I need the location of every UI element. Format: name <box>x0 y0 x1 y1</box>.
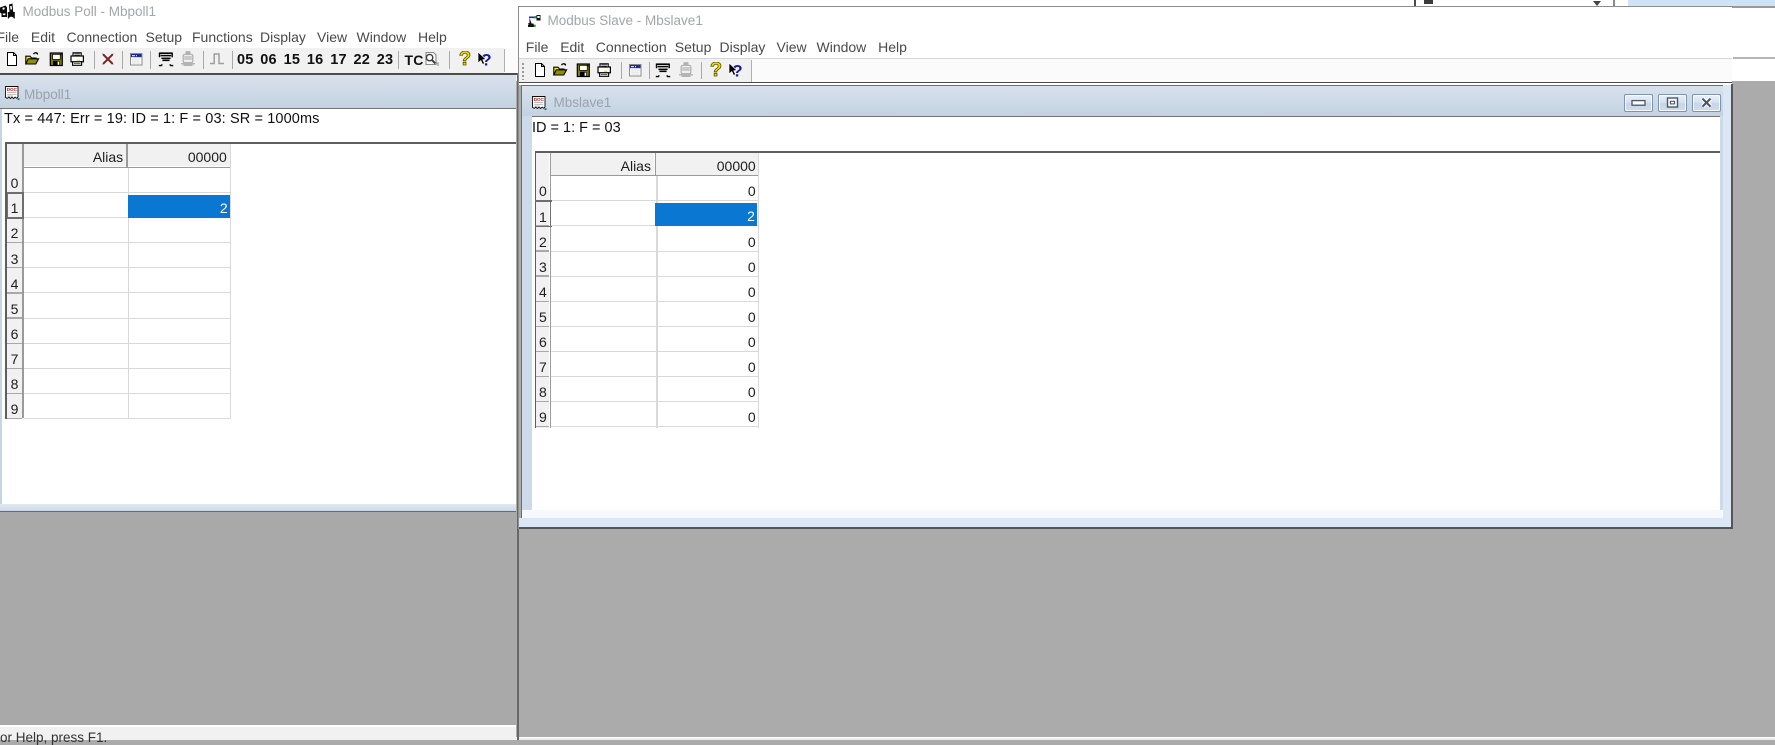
svg-text:?: ? <box>709 62 721 78</box>
svg-text:DOC: DOC <box>534 97 545 102</box>
svg-text:DOC: DOC <box>6 87 17 92</box>
svg-text:?: ? <box>458 51 470 67</box>
